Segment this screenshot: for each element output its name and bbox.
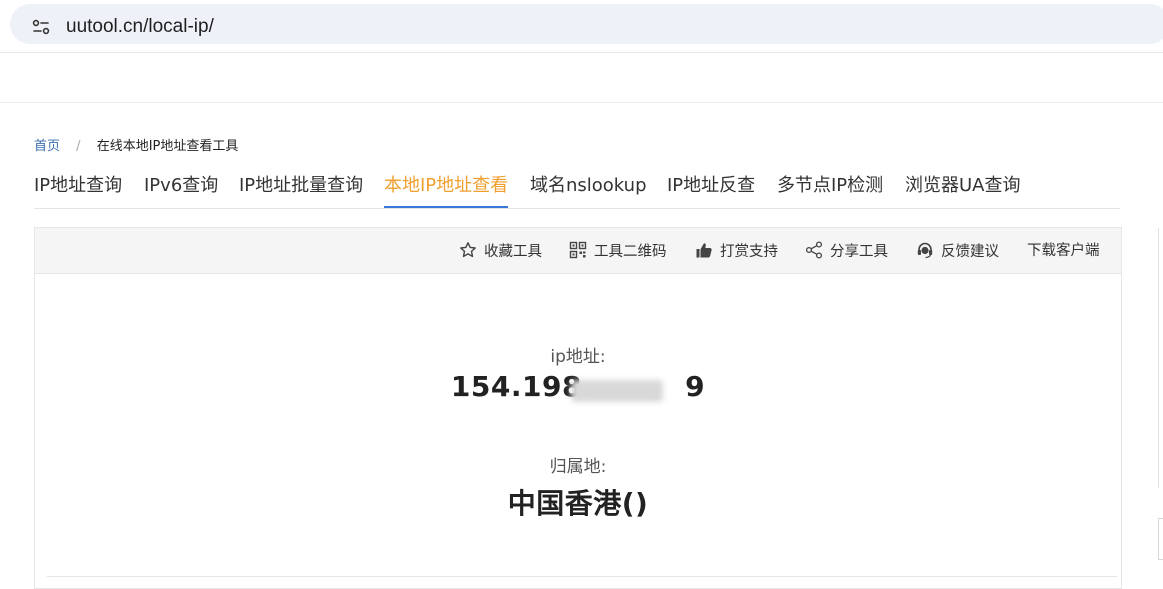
- ip-tail: 9: [685, 370, 706, 403]
- download-client-label: 下载客户端: [1027, 243, 1100, 259]
- ip-label: ip地址:: [550, 347, 606, 367]
- headset-icon: [916, 241, 934, 259]
- breadcrumb-separator: /: [76, 139, 81, 154]
- share-button[interactable]: 分享工具: [805, 241, 888, 261]
- tab-ip-query[interactable]: IP地址查询: [34, 172, 122, 206]
- location-value: 中国香港(): [507, 487, 649, 520]
- star-icon: [459, 241, 477, 259]
- share-label: 分享工具: [830, 244, 888, 260]
- feedback-button[interactable]: 反馈建议: [916, 241, 999, 261]
- tab-ipv6-query[interactable]: IPv6查询: [144, 172, 218, 206]
- tab-ip-reverse[interactable]: IP地址反查: [667, 172, 755, 206]
- redaction-mask: [570, 380, 663, 402]
- location-label: 归属地:: [549, 457, 607, 477]
- tool-card: 收藏工具 工具二维码 打赏支持 分享工具 反馈建议 下载客户端 ip地址: 15…: [34, 227, 1122, 589]
- favorite-button[interactable]: 收藏工具: [459, 241, 542, 261]
- sidebar-edge: [1158, 228, 1163, 488]
- tab-nslookup[interactable]: 域名nslookup: [530, 172, 647, 206]
- download-client-button[interactable]: 下载客户端: [1027, 241, 1100, 261]
- feedback-label: 反馈建议: [941, 244, 999, 260]
- header-divider: [0, 102, 1163, 103]
- tab-multi-node-ip[interactable]: 多节点IP检测: [777, 172, 883, 206]
- qrcode-icon: [569, 241, 587, 259]
- support-label: 打赏支持: [720, 244, 778, 260]
- tab-ip-batch-query[interactable]: IP地址批量查询: [239, 172, 363, 206]
- support-button[interactable]: 打赏支持: [695, 241, 778, 261]
- url-field[interactable]: uutool.cn/local-ip/: [10, 4, 1163, 44]
- tune-icon[interactable]: [32, 18, 50, 36]
- url-text[interactable]: uutool.cn/local-ip/: [66, 14, 214, 40]
- breadcrumb-home-link[interactable]: 首页: [34, 139, 60, 154]
- card-toolbar: 收藏工具 工具二维码 打赏支持 分享工具 反馈建议 下载客户端: [35, 228, 1121, 274]
- browser-address-bar: uutool.cn/local-ip/: [0, 0, 1163, 53]
- ip-address-text: 154.198. 9: [451, 370, 705, 403]
- breadcrumb: 首页 / 在线本地IP地址查看工具: [34, 138, 238, 156]
- tab-local-ip[interactable]: 本地IP地址查看: [384, 172, 509, 208]
- thumbs-up-icon: [695, 241, 713, 259]
- favorite-label: 收藏工具: [484, 244, 542, 260]
- tool-tabs: IP地址查询 IPv6查询 IP地址批量查询 本地IP地址查看 域名nslook…: [34, 172, 1120, 209]
- share-icon: [805, 241, 823, 259]
- tab-browser-ua[interactable]: 浏览器UA查询: [905, 172, 1021, 206]
- qrcode-label: 工具二维码: [594, 244, 667, 260]
- sidebar-edge-box: [1158, 518, 1163, 560]
- breadcrumb-current: 在线本地IP地址查看工具: [96, 139, 239, 154]
- qrcode-button[interactable]: 工具二维码: [569, 241, 667, 261]
- card-divider: [47, 576, 1117, 577]
- ip-value: 154.198. 9: [35, 370, 1121, 403]
